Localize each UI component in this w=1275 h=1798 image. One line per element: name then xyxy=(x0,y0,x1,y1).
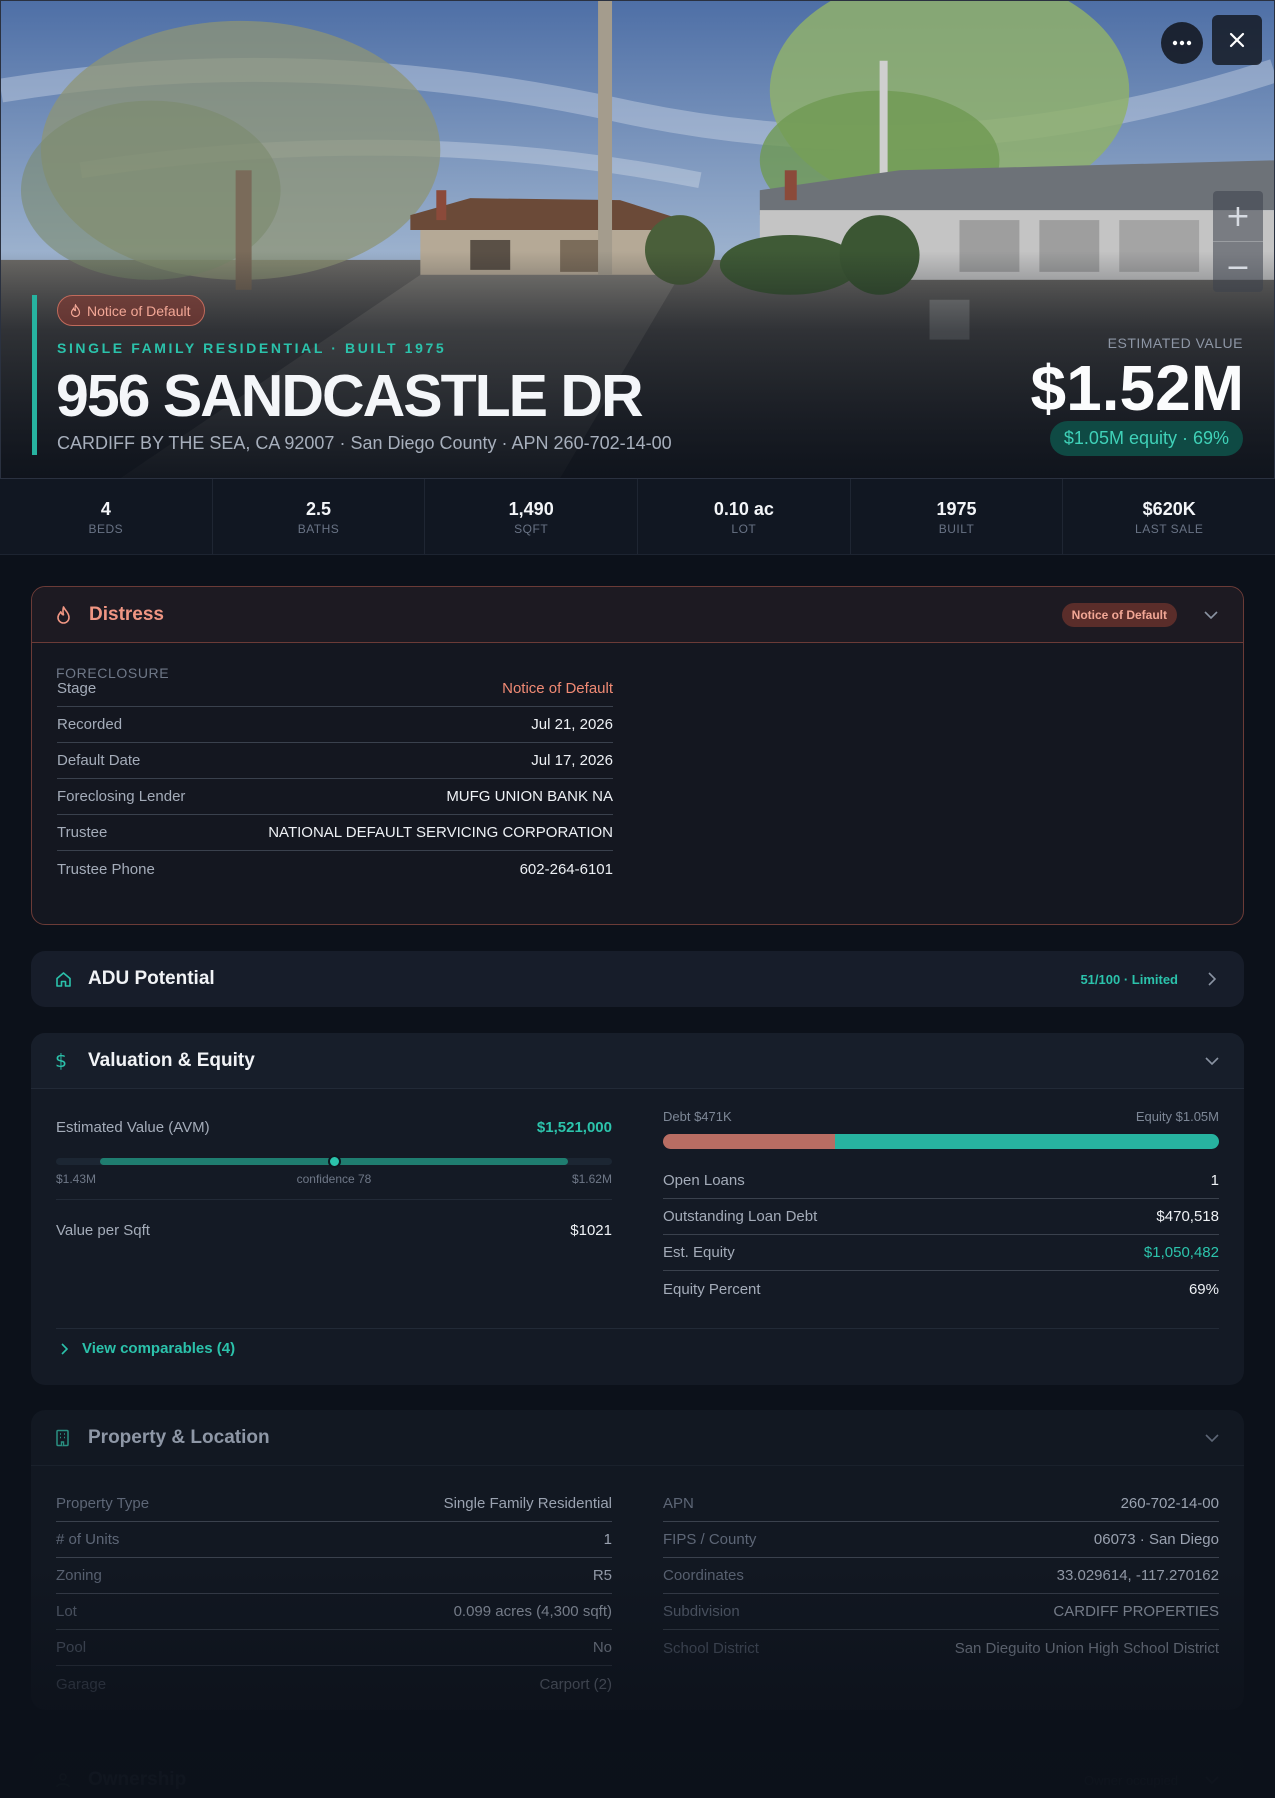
table-row: Subdivision CARDIFF PROPERTIES xyxy=(663,1594,1219,1630)
distress-card: Distress Notice of Default FORECLOSURE S… xyxy=(31,586,1244,925)
chevron-down-icon[interactable] xyxy=(1203,607,1219,623)
property-type-kicker: SINGLE FAMILY RESIDENTIAL · BUILT 1975 xyxy=(57,340,447,356)
stat-lot: 0.10 ac LOT xyxy=(638,479,851,554)
table-row: Stage Notice of Default xyxy=(57,671,613,707)
chevron-down-icon[interactable] xyxy=(1204,1053,1220,1069)
property-title: Property & Location xyxy=(88,1426,270,1448)
close-icon xyxy=(1229,32,1245,48)
map-zoom-control: + − xyxy=(1213,191,1263,292)
stat-last-sale: $620K LAST SALE xyxy=(1135,499,1204,536)
chevron-right-icon[interactable] xyxy=(1204,971,1220,987)
estimated-value: $1.52M xyxy=(1030,352,1244,424)
home-icon xyxy=(55,970,73,988)
debt-segment xyxy=(663,1134,836,1149)
stat-baths: 2.5 BATHS xyxy=(213,479,426,554)
property-details-left: Property Type Single Family Residential #… xyxy=(56,1486,612,1702)
table-row: FIPS / County 06073 · San Diego xyxy=(663,1522,1219,1558)
foreclosure-details: Stage Notice of Default Recorded Jul 21, 2… xyxy=(57,671,613,887)
stat-built: 1975 BUILT xyxy=(851,479,1064,554)
estimated-value-label: ESTIMATED VALUE xyxy=(1107,335,1243,351)
distress-title: Distress xyxy=(89,603,164,625)
status-badge: Notice of Default xyxy=(57,295,205,326)
table-row: Trustee NATIONAL DEFAULT SERVICING CORPOR… xyxy=(57,815,613,851)
property-card-header[interactable]: Property & Location xyxy=(31,1410,1244,1466)
chevron-down-icon[interactable] xyxy=(1204,1430,1220,1446)
flame-icon xyxy=(70,304,81,317)
table-row: # of Units 1 xyxy=(56,1522,612,1558)
adu-score: 51/100 · Limited xyxy=(1080,971,1178,987)
adu-potential-card[interactable]: ADU Potential 51/100 · Limited xyxy=(31,951,1244,1007)
stat-sqft: 1,490 SQFT xyxy=(425,479,639,554)
distress-card-header[interactable]: Distress Notice of Default xyxy=(32,587,1243,643)
ownership-card-header[interactable]: Ownership Owner occupied xyxy=(31,1752,1244,1798)
table-row: Garage Carport (2) xyxy=(56,1675,612,1693)
equity-badge: $1.05M equity · 69% xyxy=(1049,421,1243,456)
property-stats-bar: 4 BEDS 2.5 BATHS 1,490 SQFT 0.10 ac LOT 1975… xyxy=(0,479,1275,555)
loan-details: Open Loans 1 Outstanding Loan Debt $470,51… xyxy=(663,1163,1219,1307)
range-low: $1.43M xyxy=(56,1172,97,1186)
ownership-badge: Owner occupied xyxy=(1084,1772,1178,1788)
dollar-icon: $ xyxy=(55,1049,68,1072)
status-badge-label: Notice of Default xyxy=(87,302,191,319)
zoom-out-button[interactable]: − xyxy=(1213,242,1263,292)
table-row: Property Type Single Family Residential xyxy=(56,1486,612,1522)
valuation-card-header[interactable]: $ Valuation & Equity xyxy=(31,1033,1244,1089)
address-subline: CARDIFF BY THE SEA, CA 92007 · San Diego… xyxy=(57,433,672,453)
equity-label: Equity $1.05M xyxy=(1135,1109,1219,1124)
adu-card-header[interactable]: ADU Potential 51/100 · Limited xyxy=(31,951,1244,1007)
more-options-button[interactable] xyxy=(1161,22,1203,64)
plus-icon: + xyxy=(1225,198,1251,234)
table-row: Open Loans 1 xyxy=(663,1163,1219,1199)
confidence-score: confidence 78 xyxy=(296,1172,372,1186)
property-location-card: Property & Location Property Type Single … xyxy=(31,1410,1244,1710)
estimate-marker xyxy=(328,1155,341,1168)
flame-icon xyxy=(56,605,74,624)
user-icon xyxy=(55,1771,73,1789)
stat-beds: 4 BEDS xyxy=(0,479,213,554)
close-button[interactable] xyxy=(1212,15,1262,65)
accent-bar xyxy=(32,295,37,455)
table-row: Coordinates 33.029614, -117.270162 xyxy=(663,1558,1219,1594)
ownership-card: Ownership Owner occupied xyxy=(31,1752,1244,1798)
avm-row: Estimated Value (AVM) $1,521,000 xyxy=(56,1118,612,1136)
value-per-sqft-row: Value per Sqft $1021 xyxy=(56,1221,612,1239)
table-row: Trustee Phone 602-264-6101 xyxy=(57,860,613,878)
equity-segment xyxy=(835,1134,1219,1149)
table-row: Outstanding Loan Debt $470,518 xyxy=(663,1199,1219,1235)
table-row: APN 260-702-14-00 xyxy=(663,1486,1219,1522)
minus-icon: − xyxy=(1225,249,1251,285)
distress-badge: Notice of Default xyxy=(1061,602,1177,627)
chevron-right-icon xyxy=(61,1342,68,1355)
table-row: Est. Equity $1,050,482 xyxy=(663,1235,1219,1271)
table-row: Pool No xyxy=(56,1630,612,1666)
valuation-title: Valuation & Equity xyxy=(88,1049,255,1071)
page-title: 956 SANDCASTLE DR xyxy=(56,363,644,429)
debt-equity-bar xyxy=(663,1134,1219,1149)
range-high: $1.62M xyxy=(571,1172,612,1186)
view-comparables-link[interactable]: View comparables (4) xyxy=(61,1340,235,1357)
property-details-right: APN 260-702-14-00 FIPS / County 06073 · Sa… xyxy=(663,1486,1219,1666)
building-icon xyxy=(55,1429,73,1447)
table-row: Lot 0.099 acres (4,300 sqft) xyxy=(56,1594,612,1630)
table-row: Zoning R5 xyxy=(56,1558,612,1594)
valuation-equity-card: $ Valuation & Equity Estimated Value (AV… xyxy=(31,1033,1244,1385)
adu-title: ADU Potential xyxy=(88,968,215,989)
chevron-down-icon[interactable] xyxy=(1204,1772,1220,1788)
table-row: Default Date Jul 17, 2026 xyxy=(57,743,613,779)
hero-street-view: + − Notice of Default SINGLE FAMILY RESI… xyxy=(0,0,1275,479)
ownership-title: Ownership xyxy=(88,1769,187,1790)
debt-label: Debt $471K xyxy=(663,1109,732,1124)
table-row: Equity Percent 69% xyxy=(663,1280,1219,1298)
table-row: Recorded Jul 21, 2026 xyxy=(57,707,613,743)
zoom-in-button[interactable]: + xyxy=(1213,191,1263,241)
more-horizontal-icon xyxy=(1172,40,1192,46)
table-row: School District San Dieguito Union High S… xyxy=(663,1639,1219,1657)
table-row: Foreclosing Lender MUFG UNION BANK NA xyxy=(57,779,613,815)
